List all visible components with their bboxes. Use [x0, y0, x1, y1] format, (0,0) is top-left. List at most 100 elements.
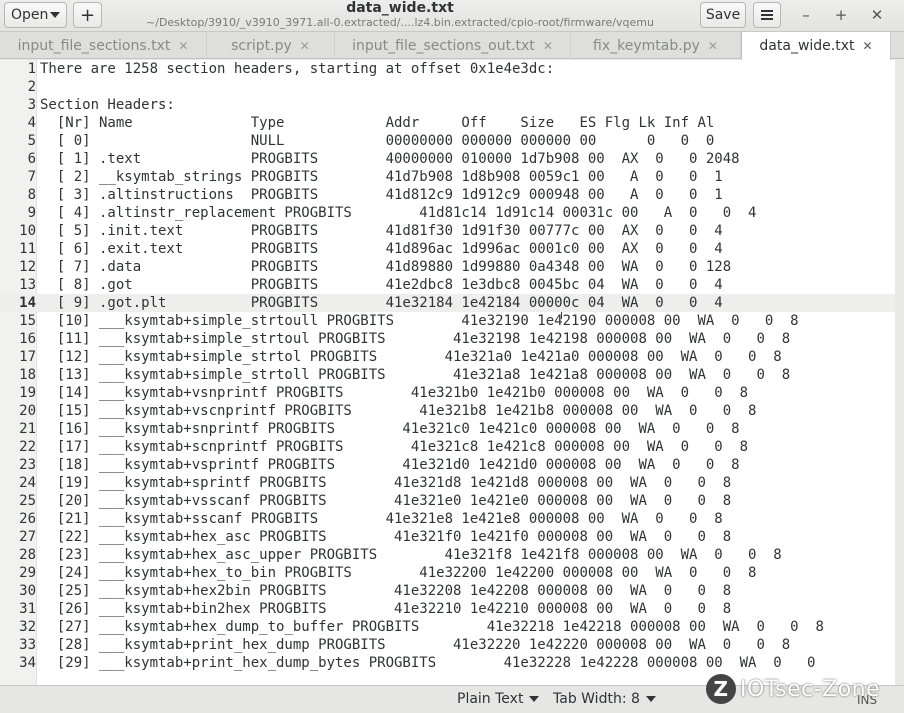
line-text: [12] ___ksymtab+simple_strtol PROGBITS 4… [40, 349, 782, 365]
editor-line[interactable]: 14 [ 9] .got.plt PROGBITS 41e32184 1e421… [0, 294, 895, 312]
editor-line[interactable]: 16 [11] ___ksymtab+simple_strtoul PROGBI… [0, 330, 895, 348]
line-text: [22] ___ksymtab+hex_asc PROGBITS 41e321f… [40, 529, 732, 545]
line-text: [ 8] .got PROGBITS 41e2dbc8 1e3dbc8 0045… [40, 277, 723, 293]
line-text: [15] ___ksymtab+vscnprintf PROGBITS 41e3… [40, 403, 757, 419]
line-number: 1 [27, 61, 36, 77]
editor-line[interactable]: 19 [14] ___ksymtab+vsnprintf PROGBITS 41… [0, 384, 895, 402]
language-selector[interactable]: Plain Text [457, 691, 540, 707]
editor-line[interactable]: 32 [27] ___ksymtab+hex_dump_to_buffer PR… [0, 618, 895, 636]
editor-line[interactable]: 24 [19] ___ksymtab+sprintf PROGBITS 41e3… [0, 474, 895, 492]
line-number: 3 [27, 97, 36, 113]
editor-line[interactable]: 2 [0, 78, 895, 96]
line-text: There are 1258 section headers, starting… [40, 61, 555, 77]
close-tab-icon[interactable]: ✕ [708, 39, 718, 53]
editor-line[interactable]: 7 [ 2] __ksymtab_strings PROGBITS 41d7b9… [0, 168, 895, 186]
editor-line[interactable]: 27 [22] ___ksymtab+hex_asc PROGBITS 41e3… [0, 528, 895, 546]
line-text: [16] ___ksymtab+snprintf PROGBITS 41e321… [40, 421, 740, 437]
line-text: [26] ___ksymtab+bin2hex PROGBITS 41e3221… [40, 601, 732, 617]
line-number: 14 [19, 295, 36, 311]
text-editor[interactable]: 1 There are 1258 section headers, startin… [0, 60, 895, 685]
editor-line[interactable]: 11 [ 6] .exit.text PROGBITS 41d896ac 1d9… [0, 240, 895, 258]
editor-line[interactable]: 29 [24] ___ksymtab+hex_to_bin PROGBITS 4… [0, 564, 895, 582]
editor-line[interactable]: 12 [ 7] .data PROGBITS 41d89880 1d99880 … [0, 258, 895, 276]
line-number: 2 [27, 79, 36, 95]
line-number: 25 [19, 493, 36, 509]
menu-button[interactable] [753, 2, 781, 28]
line-text: [20] ___ksymtab+vsscanf PROGBITS 41e321e… [40, 493, 732, 509]
line-number: 30 [19, 583, 36, 599]
line-text: [ 0] NULL 00000000 000000 000000 00 0 0 … [40, 133, 715, 149]
editor-line[interactable]: 5 [ 0] NULL 00000000 000000 000000 00 0 … [0, 132, 895, 150]
line-number: 34 [19, 655, 36, 671]
open-button[interactable]: Open [4, 2, 67, 28]
line-number: 32 [19, 619, 36, 635]
line-number: 17 [19, 349, 36, 365]
line-text: [23] ___ksymtab+hex_asc_upper PROGBITS 4… [40, 547, 782, 563]
editor-line[interactable]: 28 [23] ___ksymtab+hex_asc_upper PROGBIT… [0, 546, 895, 564]
editor-line[interactable]: 25 [20] ___ksymtab+vsscanf PROGBITS 41e3… [0, 492, 895, 510]
chevron-down-icon [50, 12, 60, 18]
editor-line[interactable]: 8 [ 3] .altinstructions PROGBITS 41d812c… [0, 186, 895, 204]
line-number: 20 [19, 403, 36, 419]
tab-label: input_file_sections_out.txt [352, 37, 535, 54]
line-text: [25] ___ksymtab+hex2bin PROGBITS 41e3220… [40, 583, 732, 599]
editor-line[interactable]: 20 [15] ___ksymtab+vscnprintf PROGBITS 4… [0, 402, 895, 420]
line-text: [ 7] .data PROGBITS 41d89880 1d99880 0a4… [40, 259, 732, 275]
close-tab-icon[interactable]: ✕ [543, 39, 553, 53]
editor-line[interactable]: 34 [29] ___ksymtab+print_hex_dump_bytes … [0, 654, 895, 672]
tab-input-file-sections-out[interactable]: input_file_sections_out.txt ✕ [335, 32, 571, 59]
line-text: [ 3] .altinstructions PROGBITS 41d812c9 … [40, 187, 723, 203]
editor-line[interactable]: 17 [12] ___ksymtab+simple_strtol PROGBIT… [0, 348, 895, 366]
minimize-button[interactable]: – [795, 4, 817, 26]
close-tab-icon[interactable]: ✕ [863, 39, 873, 53]
tab-fix-keymtab[interactable]: fix_keymtab.py ✕ [571, 32, 741, 59]
close-window-button[interactable]: ✕ [866, 4, 888, 26]
new-tab-button[interactable]: + [73, 2, 102, 28]
line-text: [ 5] .init.text PROGBITS 41d81f30 1d91f3… [40, 223, 723, 239]
editor-line[interactable]: 15 [10] ___ksymtab+simple_strtoull PROGB… [0, 312, 895, 330]
editor-line[interactable]: 26 [21] ___ksymtab+sscanf PROGBITS 41e32… [0, 510, 895, 528]
tab-label: data_wide.txt [759, 38, 855, 54]
editor-line[interactable]: 9 [ 4] .altinstr_replacement PROGBITS 41… [0, 204, 895, 222]
save-button[interactable]: Save [700, 2, 746, 28]
editor-line[interactable]: 31 [26] ___ksymtab+bin2hex PROGBITS 41e3… [0, 600, 895, 618]
editor-line[interactable]: 3 Section Headers: [0, 96, 895, 114]
line-number: 13 [19, 277, 36, 293]
tab-bar: input_file_sections.txt ✕ script.py ✕ in… [0, 32, 904, 60]
tab-label: script.py [231, 37, 292, 54]
editor-line[interactable]: 6 [ 1] .text PROGBITS 40000000 010000 1d… [0, 150, 895, 168]
tab-data-wide[interactable]: data_wide.txt ✕ [741, 32, 891, 60]
open-button-label: Open [11, 7, 49, 23]
editor-line[interactable]: 18 [13] ___ksymtab+simple_strtoll PROGBI… [0, 366, 895, 384]
editor-line[interactable]: 13 [ 8] .got PROGBITS 41e2dbc8 1e3dbc8 0… [0, 276, 895, 294]
maximize-button[interactable]: + [830, 4, 852, 26]
tab-label: fix_keymtab.py [593, 37, 700, 54]
close-tab-icon[interactable]: ✕ [300, 39, 310, 53]
vertical-scrollbar[interactable] [895, 60, 904, 685]
line-number: 21 [19, 421, 36, 437]
tab-script-py[interactable]: script.py ✕ [207, 32, 335, 59]
tab-width-label: Tab Width: 8 [553, 691, 640, 707]
editor-line[interactable]: 23 [18] ___ksymtab+vsprintf PROGBITS 41e… [0, 456, 895, 474]
line-number: 12 [19, 259, 36, 275]
editor-line[interactable]: 30 [25] ___ksymtab+hex2bin PROGBITS 41e3… [0, 582, 895, 600]
header-bar: Open + data_wide.txt ~/Desktop/3910/_v39… [0, 0, 904, 32]
close-tab-icon[interactable]: ✕ [178, 39, 188, 53]
editor-line[interactable]: 22 [17] ___ksymtab+scnprintf PROGBITS 41… [0, 438, 895, 456]
editor-line[interactable]: 10 [ 5] .init.text PROGBITS 41d81f30 1d9… [0, 222, 895, 240]
window-title: data_wide.txt [346, 0, 454, 16]
line-text: [13] ___ksymtab+simple_strtoll PROGBITS … [40, 367, 791, 383]
editor-line[interactable]: 33 [28] ___ksymtab+print_hex_dump PROGBI… [0, 636, 895, 654]
line-number: 16 [19, 331, 36, 347]
hamburger-icon [761, 10, 773, 20]
line-text: Section Headers: [40, 97, 175, 113]
editor-line[interactable]: 1 There are 1258 section headers, startin… [0, 60, 895, 78]
tab-input-file-sections[interactable]: input_file_sections.txt ✕ [0, 32, 207, 59]
line-number: 23 [19, 457, 36, 473]
tab-width-selector[interactable]: Tab Width: 8 [553, 691, 656, 707]
line-number: 11 [19, 241, 36, 257]
line-number: 24 [19, 475, 36, 491]
editor-line[interactable]: 21 [16] ___ksymtab+snprintf PROGBITS 41e… [0, 420, 895, 438]
editor-line[interactable]: 4 [Nr] Name Type Addr Off Size ES Flg Lk… [0, 114, 895, 132]
line-text: [19] ___ksymtab+sprintf PROGBITS 41e321d… [40, 475, 732, 491]
